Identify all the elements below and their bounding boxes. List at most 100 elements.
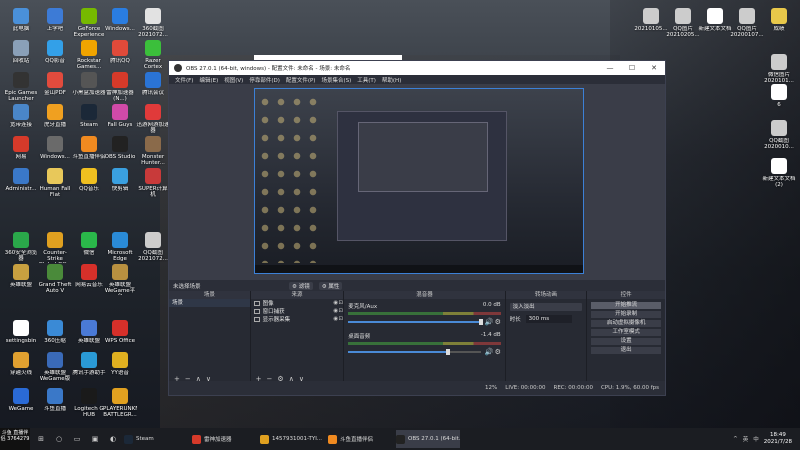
menu-edit[interactable]: 编辑(E) bbox=[199, 76, 218, 84]
taskbar-app[interactable]: OBS 27.0.1 (64-bit... bbox=[396, 430, 460, 448]
desktop-icon[interactable]: 斗鱼直播伴侣 bbox=[72, 136, 106, 160]
desktop-icon[interactable]: Human Fall Flat bbox=[38, 168, 72, 198]
desktop-icon[interactable]: 英雄联盟WeGame平台 bbox=[103, 264, 137, 295]
desktop-icon[interactable]: QQ影音 bbox=[38, 40, 72, 64]
desktop-icon[interactable]: settingsbin bbox=[4, 320, 38, 344]
close-button[interactable]: ✕ bbox=[643, 64, 665, 72]
start-recording-button[interactable]: 开始录制 bbox=[591, 311, 661, 318]
desktop-icon[interactable]: PLAYERUNKNOWN'S BATTLEGR... bbox=[103, 388, 137, 418]
desktop-icon[interactable]: 虎牙直播 bbox=[38, 104, 72, 128]
desktop-icon[interactable]: QQ图片 20210205... bbox=[666, 8, 700, 38]
desktop-icon[interactable]: Fall Guys bbox=[103, 104, 137, 128]
menu-help[interactable]: 帮助(H) bbox=[382, 76, 401, 84]
task-view-icon[interactable]: ▭ bbox=[70, 435, 84, 443]
gear-icon[interactable]: ⚙ bbox=[495, 318, 501, 326]
desktop-icon[interactable]: Steam bbox=[72, 104, 106, 128]
settings-button[interactable]: 设置 bbox=[591, 338, 661, 345]
desktop-icon[interactable]: Epic Games Launcher bbox=[4, 72, 38, 102]
transition-select[interactable]: 淡入淡出 bbox=[509, 303, 583, 311]
duration-input[interactable]: 300 ms bbox=[525, 315, 572, 323]
properties-button[interactable]: ⚙ 属性 bbox=[318, 281, 343, 290]
desktop-icon[interactable]: 迅游网游加速器 bbox=[136, 104, 170, 134]
desktop-icon[interactable]: 360压缩 bbox=[38, 320, 72, 344]
taskbar-app[interactable]: 斗鱼直播伴侣 bbox=[328, 430, 392, 448]
tray-ime-zh[interactable]: 中 bbox=[753, 435, 759, 443]
studio-mode-button[interactable]: 工作室模式 bbox=[591, 329, 661, 336]
desktop-icon[interactable]: 英雄联盟 bbox=[72, 320, 106, 344]
desktop-icon[interactable]: 网易 bbox=[4, 136, 38, 160]
desktop-icon[interactable]: 微信图片 2020101... bbox=[762, 54, 796, 84]
desktop-icon[interactable]: Logitech G HUB bbox=[72, 388, 106, 418]
desktop-icon[interactable]: 20210105... bbox=[634, 8, 668, 32]
desktop-icon[interactable]: WeGame bbox=[4, 388, 38, 412]
preview-canvas[interactable] bbox=[254, 88, 584, 274]
desktop-icon[interactable]: 新建文本文档 (2) bbox=[762, 158, 796, 188]
browser-icon[interactable]: ◐ bbox=[106, 435, 120, 443]
exit-button[interactable]: 退出 bbox=[591, 347, 661, 354]
menu-scene-collection[interactable]: 场景集合(S) bbox=[321, 76, 351, 84]
desktop-icon[interactable]: 腾讯QQ bbox=[103, 40, 137, 64]
desktop-icon[interactable]: Monster Hunter... bbox=[136, 136, 170, 166]
desktop-icon[interactable]: 斗鱼直播 bbox=[38, 388, 72, 412]
volume-slider[interactable] bbox=[348, 319, 483, 325]
desktop-icon[interactable]: QQ截图 2020010... bbox=[762, 120, 796, 150]
desktop-icon[interactable]: 成绩 bbox=[762, 8, 796, 32]
desktop-icon[interactable]: QQ图片 20200107... bbox=[730, 8, 764, 38]
desktop-icon[interactable]: OBS Studio bbox=[103, 136, 137, 160]
desktop-icon[interactable]: 雷神加速器 (N...) bbox=[103, 72, 137, 102]
desktop-icon[interactable]: 英雄联盟 bbox=[4, 264, 38, 288]
desktop-icon[interactable]: Rockstar Games... bbox=[72, 40, 106, 70]
lock-icon[interactable]: ⊡ bbox=[338, 316, 343, 322]
speaker-icon[interactable]: 🔊 bbox=[485, 318, 494, 326]
file-explorer-icon[interactable]: ▣ bbox=[88, 435, 102, 443]
desktop-icon[interactable]: Windows... bbox=[103, 8, 137, 32]
desktop-icon[interactable]: 微信 bbox=[72, 232, 106, 256]
menu-tools[interactable]: 工具(T) bbox=[357, 76, 376, 84]
desktop-icon[interactable]: Counter-Strike Global Off... bbox=[38, 232, 72, 263]
menu-docks[interactable]: 停靠部件(D) bbox=[249, 76, 280, 84]
speaker-icon[interactable]: 🔊 bbox=[485, 348, 494, 356]
desktop-icon[interactable]: 上学吧 bbox=[38, 8, 72, 32]
source-item[interactable]: 显示器采集 ◉ ⊡ bbox=[251, 315, 344, 323]
volume-slider[interactable] bbox=[348, 349, 481, 355]
desktop-icon[interactable]: QQ音乐 bbox=[72, 168, 106, 192]
desktop-icon[interactable]: Razer Cortex bbox=[136, 40, 170, 70]
desktop-icon[interactable]: SUPER计算机 bbox=[136, 168, 170, 198]
desktop-icon[interactable]: 回收站 bbox=[4, 40, 38, 64]
desktop-icon[interactable]: 快剪辑 bbox=[103, 168, 137, 192]
desktop-icon[interactable]: QQ截图 2021072... bbox=[136, 232, 170, 262]
desktop-icon[interactable]: 小黑盒加速器 bbox=[72, 72, 106, 96]
tray-ime-en[interactable]: 英 bbox=[743, 435, 749, 443]
desktop-icon[interactable]: 金山PDF bbox=[38, 72, 72, 96]
desktop-icon[interactable]: 网易云音乐 bbox=[72, 264, 106, 288]
menu-profile[interactable]: 配置文件(P) bbox=[286, 76, 316, 84]
filters-button[interactable]: ⚙ 滤镜 bbox=[289, 281, 313, 290]
desktop-icon[interactable]: 新建文本文档 bbox=[698, 8, 732, 32]
desktop-icon[interactable]: 腾讯手游助手 bbox=[72, 352, 106, 376]
menu-file[interactable]: 文件(F) bbox=[175, 76, 193, 84]
tray-expand-icon[interactable]: ^ bbox=[733, 436, 738, 442]
obs-title-bar[interactable]: OBS 27.0.1 (64-bit, windows) - 配置文件: 未命名… bbox=[169, 61, 665, 75]
desktop-icon[interactable]: Grand Theft Auto V bbox=[38, 264, 72, 294]
volume-knob[interactable] bbox=[445, 349, 450, 355]
desktop-icon[interactable]: 腾讯会议 bbox=[136, 72, 170, 96]
maximize-button[interactable]: ☐ bbox=[621, 64, 643, 72]
desktop-icon[interactable]: YY语音 bbox=[103, 352, 137, 376]
desktop-icon[interactable]: GeForce Experience bbox=[72, 8, 106, 38]
desktop-icon[interactable]: 360安全浏览器 bbox=[4, 232, 38, 262]
desktop-icon[interactable]: 宽带连接 bbox=[4, 104, 38, 128]
desktop-icon[interactable]: Administr... bbox=[4, 168, 38, 192]
taskbar-app[interactable]: 雷神加速器 bbox=[192, 430, 256, 448]
desktop-icon[interactable]: WPS Office bbox=[103, 320, 137, 344]
menu-view[interactable]: 视图(V) bbox=[224, 76, 243, 84]
scene-item[interactable]: 场景 bbox=[169, 299, 250, 307]
lock-icon[interactable]: ⊡ bbox=[338, 300, 343, 306]
source-item[interactable]: 图像 ◉ ⊡ bbox=[251, 299, 344, 307]
desktop-icon[interactable]: 英雄联盟WeGame版 bbox=[38, 352, 72, 382]
desktop-icon[interactable]: 360截图 2021072... bbox=[136, 8, 170, 38]
desktop-icon[interactable]: Windows... bbox=[38, 136, 72, 160]
lock-icon[interactable]: ⊡ bbox=[338, 308, 343, 314]
taskbar-app[interactable]: 1457931001-TYI... bbox=[260, 430, 324, 448]
start-streaming-button[interactable]: 开始推流 bbox=[591, 302, 661, 309]
source-item[interactable]: 窗口捕获 ◉ ⊡ bbox=[251, 307, 344, 315]
